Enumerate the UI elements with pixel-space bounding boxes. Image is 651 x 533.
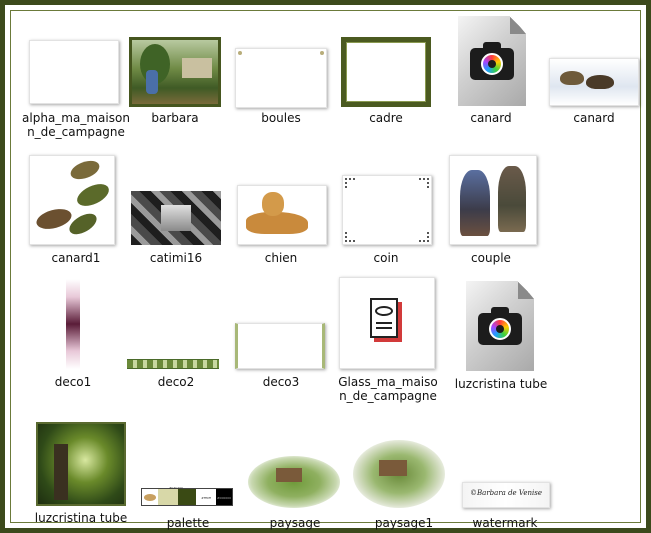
camera-icon (478, 307, 522, 345)
file-item-cadre[interactable]: cadre (326, 31, 446, 125)
house-shape (379, 460, 407, 476)
duck-shape (560, 71, 584, 85)
figure-shape (146, 70, 158, 94)
palette-swatch: #000000 (216, 489, 232, 505)
file-item-deco3[interactable]: deco3 (221, 273, 341, 389)
white-image-thumbnail (29, 40, 119, 104)
watermark-text: ©Barbara de Venise (470, 489, 542, 497)
document-eye-icon (339, 277, 435, 369)
file-item-paysage1[interactable]: paysage1 (341, 416, 461, 530)
camera-file-icon (458, 16, 526, 106)
palette-code-label: #b4b490 (169, 486, 183, 490)
file-item-watermark[interactable]: ©Barbara de Venise watermark (446, 416, 566, 530)
file-item-palette[interactable]: #fff0ff #000000 #b4b490 palette (131, 416, 251, 530)
file-label: canard (573, 111, 615, 125)
duck-shape (68, 157, 102, 183)
file-label: canard (470, 111, 512, 125)
corner-mark (419, 232, 429, 242)
brush-icon (144, 494, 156, 501)
file-label: cadre (369, 111, 403, 125)
corner-dot (238, 51, 242, 55)
file-item-deco1[interactable]: deco1 (16, 273, 136, 389)
vertical-bar-thumbnail (66, 279, 80, 369)
palette-swatch (178, 489, 196, 505)
camera-file-icon (466, 281, 534, 371)
file-label: palette (166, 516, 210, 530)
file-item-couple[interactable]: couple (431, 151, 551, 265)
corner-dot (320, 51, 324, 55)
file-item-canard-ducks[interactable]: canard (534, 31, 651, 125)
file-item-chien[interactable]: chien (221, 151, 341, 265)
file-item-luzcristina-landscape[interactable]: luzcristina tube (26, 416, 146, 526)
person-shape (460, 170, 490, 236)
garden-scene-thumbnail (129, 37, 221, 107)
watermark-thumbnail: ©Barbara de Venise (462, 482, 550, 508)
file-label: deco3 (262, 375, 300, 389)
file-item-paysage[interactable]: paysage (236, 416, 356, 530)
file-item-coin[interactable]: coin (326, 151, 446, 265)
file-browser-window: alpha_ma_maison n_de_campagne barbara bo… (0, 0, 651, 533)
green-landscape-thumbnail (36, 422, 126, 506)
green-frame-thumbnail (341, 37, 431, 107)
file-label: paysage (269, 516, 321, 530)
corner-frame-thumbnail (342, 175, 432, 245)
file-label: chien (264, 251, 298, 265)
file-label: luzcristina tube (454, 377, 548, 391)
landscape-thumbnail (248, 456, 340, 508)
corner-mark (345, 178, 355, 188)
white-frame-thumbnail (235, 48, 327, 108)
file-label: barbara (151, 111, 199, 125)
text-line (376, 327, 392, 329)
camera-icon (470, 42, 514, 80)
text-line (376, 322, 392, 324)
person-shape (498, 166, 526, 232)
file-label: couple (471, 251, 511, 265)
file-label: coin (373, 251, 399, 265)
palette-swatch (142, 489, 158, 505)
eye-icon (375, 306, 393, 316)
file-label: boules (261, 111, 301, 125)
house-shape (276, 468, 302, 482)
palette-thumbnail: #fff0ff #000000 (141, 488, 233, 506)
decorative-frame-thumbnail (235, 323, 325, 369)
duck-shape (586, 75, 614, 89)
horizontal-border-thumbnail (127, 359, 219, 369)
file-label: deco2 (157, 375, 195, 389)
corner-mark (419, 178, 429, 188)
file-label: luzcristina tube (34, 511, 128, 525)
oval-landscape-thumbnail (353, 440, 445, 508)
doc-sheet (370, 298, 398, 338)
file-label: catimi16 (149, 251, 203, 265)
dog-thumbnail (237, 185, 327, 245)
file-label: Glass_ma_maiso n_de_campagne (338, 375, 438, 403)
file-item-boules[interactable]: boules (221, 31, 341, 125)
file-item-luzcristina-camera[interactable]: luzcristina tube (431, 273, 561, 391)
palette-swatch: #fff0ff (196, 489, 216, 505)
file-label: deco1 (54, 375, 92, 389)
file-item-glass[interactable]: Glass_ma_maiso n_de_campagne (326, 273, 446, 403)
dog-head (262, 192, 284, 216)
duck-shape (73, 179, 113, 211)
house-shape (182, 58, 212, 78)
duck-shape (34, 205, 74, 233)
file-item-canard1[interactable]: canard1 (16, 151, 136, 265)
corner-mark (345, 232, 355, 242)
flying-ducks-thumbnail (29, 155, 115, 245)
couple-thumbnail (449, 155, 537, 245)
center-block (161, 205, 191, 231)
file-grid: alpha_ma_maison n_de_campagne barbara bo… (10, 10, 641, 530)
file-item-canard-camera[interactable]: canard (431, 16, 551, 126)
tree-trunk (54, 444, 68, 500)
palette-swatch (158, 489, 178, 505)
gray-pattern-thumbnail (131, 191, 221, 245)
file-label: watermark (472, 516, 538, 530)
ducks-thumbnail (549, 58, 639, 106)
